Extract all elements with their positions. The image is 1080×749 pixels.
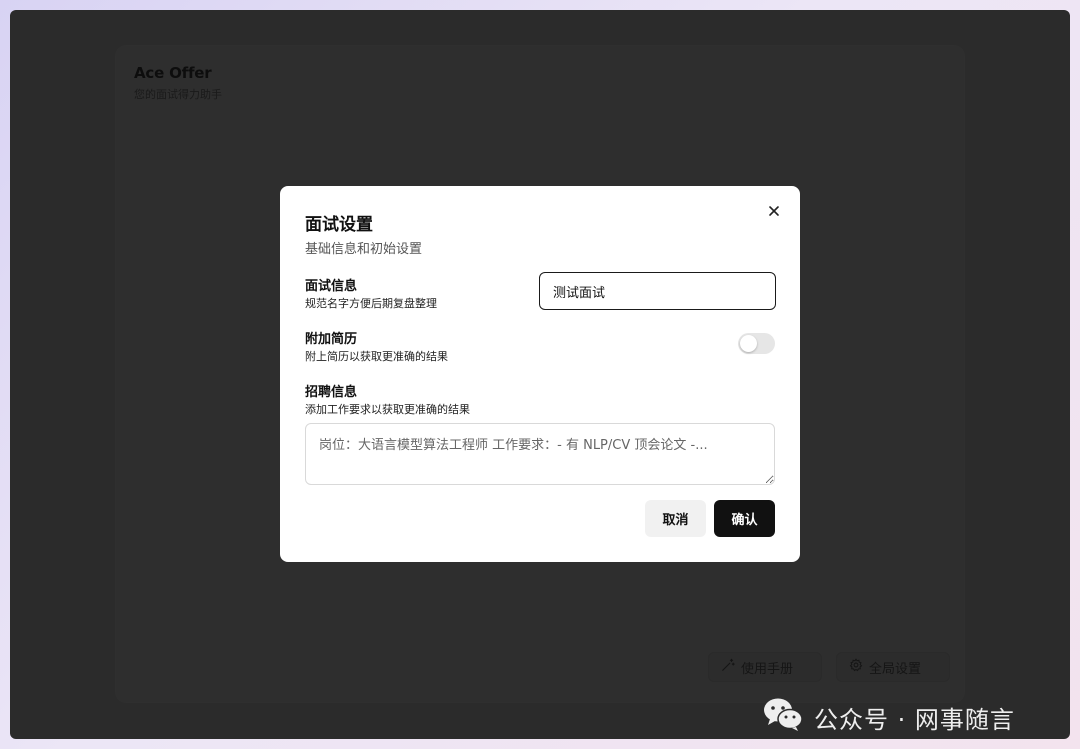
- gear-icon: [849, 658, 863, 676]
- magic-wand-icon: [721, 658, 735, 676]
- wechat-icon: [762, 696, 804, 738]
- job-info-hint: 添加工作要求以获取更准确的结果: [305, 403, 470, 416]
- attach-resume-toggle[interactable]: [738, 333, 775, 354]
- global-settings-button[interactable]: 全局设置: [836, 652, 950, 682]
- close-icon[interactable]: [766, 203, 782, 219]
- app-subtitle: 您的面试得力助手: [134, 88, 222, 101]
- job-info-label: 招聘信息: [305, 385, 358, 400]
- dialog-title: 面试设置: [305, 215, 373, 235]
- interview-settings-dialog: 面试设置 基础信息和初始设置 面试信息 规范名字方便后期复盘整理 附加简历 附上…: [280, 186, 800, 562]
- interview-info-hint: 规范名字方便后期复盘整理: [305, 297, 437, 310]
- user-manual-button[interactable]: 使用手册: [708, 652, 822, 682]
- cancel-button[interactable]: 取消: [645, 500, 706, 537]
- watermark-text: 公众号 · 网事随言: [814, 705, 1015, 734]
- confirm-button[interactable]: 确认: [714, 500, 775, 537]
- watermark: 公众号 · 网事随言: [762, 696, 1015, 738]
- interview-info-label: 面试信息: [305, 279, 358, 294]
- interview-name-input[interactable]: [539, 272, 776, 310]
- toggle-knob: [740, 335, 757, 352]
- app-title: Ace Offer: [134, 64, 212, 82]
- dialog-subtitle: 基础信息和初始设置: [305, 242, 423, 257]
- attach-resume-hint: 附上简历以获取更准确的结果: [305, 350, 448, 363]
- global-settings-label: 全局设置: [869, 661, 922, 677]
- attach-resume-label: 附加简历: [305, 332, 358, 347]
- job-requirements-textarea[interactable]: 岗位：大语言模型算法工程师 工作要求：- 有 NLP/CV 顶会论文 -...: [305, 423, 775, 485]
- user-manual-label: 使用手册: [741, 661, 794, 677]
